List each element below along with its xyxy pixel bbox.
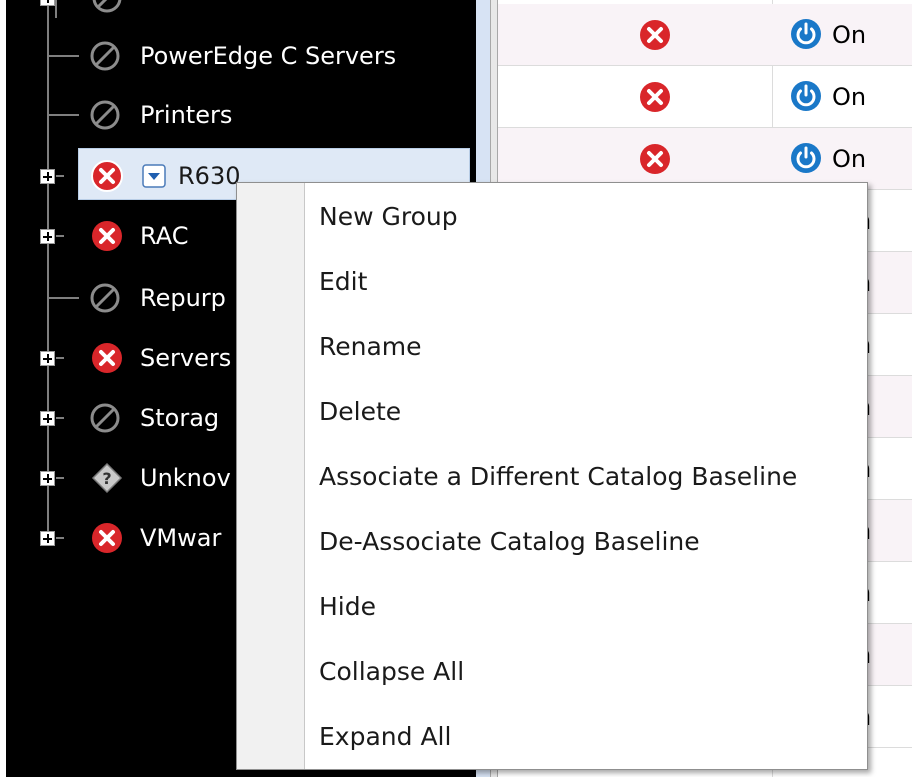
error-icon [92, 523, 122, 553]
table-row[interactable]: On [498, 128, 912, 190]
expand-icon[interactable] [40, 471, 55, 486]
expand-icon[interactable] [40, 169, 55, 184]
error-icon [640, 20, 670, 50]
menu-item-label: Associate a Different Catalog Baseline [319, 462, 798, 491]
menu-item-label: Delete [319, 397, 402, 426]
tree-connector-horizontal [56, 175, 64, 177]
power-icon [791, 81, 821, 111]
menu-item-label: Hide [319, 592, 376, 621]
disabled-icon [90, 403, 120, 433]
menu-item-label: Collapse All [319, 657, 465, 686]
disabled-icon [92, 0, 122, 13]
menu-item-new-group[interactable]: New Group [305, 185, 867, 249]
tree-connector-horizontal [56, 417, 64, 419]
svg-text:?: ? [102, 469, 111, 488]
unknown-icon: ? [91, 462, 123, 494]
menu-item-expand-all[interactable]: Expand All [305, 705, 867, 769]
expand-icon[interactable] [40, 411, 55, 426]
menu-item-collapse-all[interactable]: Collapse All [305, 640, 867, 704]
disabled-icon [90, 100, 120, 130]
tree-item-label: Unknov [140, 464, 231, 492]
menu-item-label: New Group [319, 202, 458, 231]
tree-item-label: R630 [178, 162, 241, 190]
menu-item-label: De-Associate Catalog Baseline [319, 527, 700, 556]
menu-item-label: Edit [319, 267, 368, 296]
power-icon [791, 143, 821, 173]
power-state-label: On [832, 145, 867, 173]
tree-connector-horizontal [56, 357, 64, 359]
dropdown-arrow-icon[interactable] [142, 164, 166, 188]
disabled-icon [90, 41, 120, 71]
tree-item-label: Servers [140, 344, 232, 372]
expand-icon[interactable] [40, 0, 55, 6]
menu-item-label: Expand All [319, 722, 452, 751]
tree-connector-horizontal [49, 55, 79, 57]
tree-item-label: Storag [140, 404, 220, 432]
table-row[interactable]: On [498, 4, 912, 66]
power-icon [791, 19, 821, 49]
expand-icon[interactable] [40, 531, 55, 546]
expand-icon[interactable] [40, 351, 55, 366]
expand-icon[interactable] [40, 229, 55, 244]
tree-item-label: RAC [140, 222, 189, 250]
menu-item-associate-catalog-baseline[interactable]: Associate a Different Catalog Baseline [305, 445, 867, 509]
menu-item-deassociate-catalog-baseline[interactable]: De-Associate Catalog Baseline [305, 510, 867, 574]
tree-item-label: PowerEdge C Servers [140, 42, 397, 70]
disabled-icon [90, 283, 120, 313]
menu-item-label: Rename [319, 332, 422, 361]
tree-item[interactable] [6, 0, 476, 18]
power-state-label: On [832, 83, 867, 111]
error-icon [640, 82, 670, 112]
menu-item-delete[interactable]: Delete [305, 380, 867, 444]
tree-item-printers[interactable]: Printers [6, 95, 476, 135]
table-row[interactable]: On [498, 66, 912, 128]
menu-item-rename[interactable]: Rename [305, 315, 867, 379]
error-icon [91, 160, 123, 192]
error-icon [92, 221, 122, 251]
tree-item-label: VMwar [140, 524, 222, 552]
context-menu: New Group Edit Rename Delete Associate a… [236, 182, 868, 770]
menu-item-edit[interactable]: Edit [305, 250, 867, 314]
power-state-label: On [832, 21, 867, 49]
tree-connector-horizontal [56, 477, 64, 479]
tree-connector-horizontal [49, 297, 79, 299]
tree-connector-horizontal [56, 235, 64, 237]
tree-connector-horizontal [56, 537, 64, 539]
tree-connector-horizontal [49, 114, 79, 116]
tree-item-poweredge-c-servers[interactable]: PowerEdge C Servers [6, 36, 476, 76]
tree-item-label: Printers [140, 101, 233, 129]
error-icon [640, 144, 670, 174]
error-icon [92, 343, 122, 373]
tree-item-label: Repurp [140, 284, 226, 312]
menu-icon-gutter [237, 183, 305, 769]
menu-item-hide[interactable]: Hide [305, 575, 867, 639]
